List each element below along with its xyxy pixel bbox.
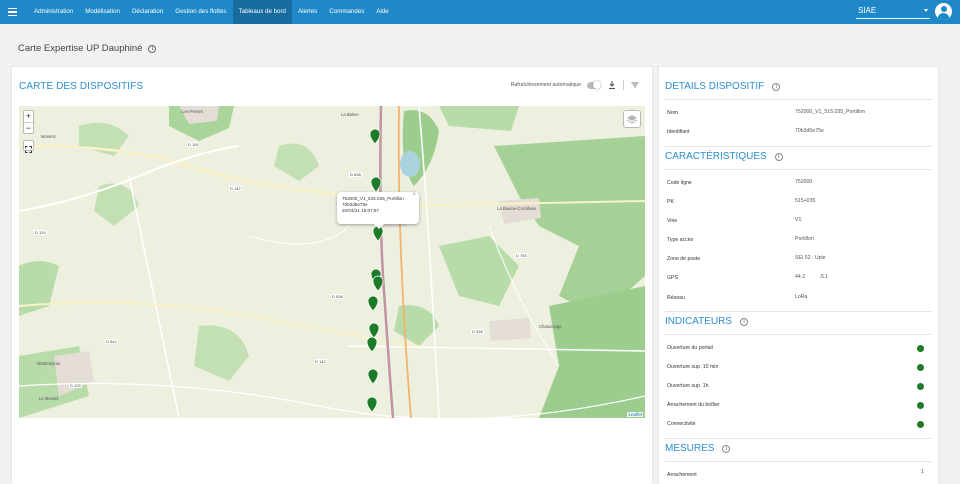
indicator-label: Connectivité	[667, 421, 696, 427]
fullscreen-button[interactable]	[23, 140, 34, 153]
place-label: Les Perses	[182, 109, 203, 114]
nav-item-aide[interactable]: Aide	[370, 0, 394, 24]
carac-label-voie: Voie	[667, 218, 678, 224]
caracteristiques-section-title: CARACTÉRISTIQUES i	[665, 151, 783, 162]
top-navigation-bar: Administration Modélisation Déclaration …	[0, 0, 960, 24]
carac-value-reseau: LoRa	[795, 294, 808, 300]
carac-value-code-ligne: 752000	[795, 179, 813, 185]
info-icon[interactable]: i	[774, 152, 783, 161]
detail-label-identifiant: Identifiant	[667, 129, 690, 135]
road-label: D 142	[314, 359, 327, 364]
place-label: Moirenc	[41, 134, 56, 139]
indicateurs-title-text: INDICATEURS	[665, 316, 733, 327]
nav-item-alertes[interactable]: Alertes	[292, 0, 323, 24]
carac-value-voie: V1	[795, 217, 802, 223]
indicator-label: Ouverture sup. 1h	[667, 383, 709, 389]
carac-value-zone-de-poste: SEI 52 : Upie	[795, 255, 826, 261]
detail-value-identifiant: 70b3d5e75e	[795, 128, 824, 134]
place-label: La Baume-Cornillane	[497, 206, 537, 211]
carac-value-type-acces: Portillon	[795, 236, 814, 242]
nav-item-administration[interactable]: Administration	[28, 0, 79, 24]
road-label: D 538	[471, 329, 484, 334]
nav-item-modelisation[interactable]: Modélisation	[79, 0, 126, 24]
download-icon[interactable]	[607, 80, 617, 90]
map-card-title: CARTE DES DISPOSITIFS	[19, 81, 144, 92]
page-title-row: Carte Expertise UP Dauphiné i	[18, 43, 157, 54]
filter-icon[interactable]	[630, 80, 640, 90]
indicator-status-dot	[917, 402, 924, 409]
organization-select[interactable]: SIAE	[856, 4, 930, 19]
place-label: Montmeyran	[37, 361, 61, 366]
carac-value-gps: 44.2 ,5.1	[795, 274, 829, 280]
zoom-control: + −	[23, 110, 34, 134]
nav-item-gestion-flottes[interactable]: Gestion des flottes	[169, 0, 232, 24]
indicator-status-dot	[917, 345, 924, 352]
nav-item-declaration[interactable]: Déclaration	[126, 0, 169, 24]
mesures-title-text: MESURES	[665, 443, 715, 454]
main-nav: Administration Modélisation Déclaration …	[28, 0, 395, 24]
place-label: La Balme	[341, 112, 359, 117]
info-icon[interactable]: i	[772, 82, 781, 91]
zoom-in-button[interactable]: +	[24, 111, 33, 122]
road-label: D 125	[69, 383, 82, 388]
info-icon[interactable]: i	[722, 444, 731, 453]
details-title-text: DETAILS DISPOSITIF	[665, 81, 765, 92]
carac-label-gps: GPS	[667, 275, 678, 281]
nav-item-tableaux-de-bord[interactable]: Tableaux de bord	[232, 0, 293, 24]
carac-label-pk: PK	[667, 199, 674, 205]
layers-icon	[626, 115, 638, 124]
carac-label-reseau: Réseau	[667, 295, 685, 301]
user-avatar-icon[interactable]	[935, 3, 952, 20]
place-label: Chatuzange	[539, 324, 562, 329]
popup-datetime: 20/04/21 15:07:57	[342, 208, 380, 213]
carac-label-zone-de-poste: Zone de poste	[667, 256, 701, 262]
indicator-status-dot	[917, 383, 924, 390]
road-label: D 342	[105, 339, 118, 344]
place-label: Le Monteil	[39, 396, 59, 401]
indicator-status-dot	[917, 364, 924, 371]
road-label: D 142	[229, 186, 242, 191]
carac-label-type-acces: Type accès	[667, 237, 694, 243]
caret-down-icon	[924, 9, 928, 12]
hamburger-menu-icon[interactable]	[0, 0, 24, 24]
layers-button[interactable]	[623, 110, 641, 128]
detail-label-nom: Nom	[667, 110, 678, 116]
road-label: D 538	[349, 172, 362, 177]
carac-value-pk: 515+035	[795, 198, 816, 204]
caracteristiques-title-text: CARACTÉRISTIQUES	[665, 151, 767, 162]
indicator-status-dot	[917, 421, 924, 428]
carac-label-code-ligne: Code ligne	[667, 180, 692, 186]
indicator-label: Ouverture du portail	[667, 345, 713, 351]
popup-close-icon[interactable]: ×	[412, 192, 416, 198]
road-label: D 120	[34, 230, 47, 235]
auto-refresh-label: Rafraîchissement automatique	[510, 82, 581, 88]
map-tiles	[19, 106, 645, 418]
mesures-section-title: MESURES i	[665, 443, 731, 454]
map-toolbar: Rafraîchissement automatique	[511, 80, 640, 90]
zoom-out-button[interactable]: −	[24, 122, 33, 133]
page-title: Carte Expertise UP Dauphiné	[18, 43, 143, 54]
mesure-value-arrachement: 1	[921, 469, 924, 475]
fullscreen-icon	[25, 146, 32, 153]
map-card: CARTE DES DISPOSITIFS Rafraîchissement a…	[12, 67, 652, 484]
nav-item-commandes[interactable]: Commandes	[323, 0, 370, 24]
leaflet-attribution-link[interactable]: Leaflet	[627, 412, 643, 417]
details-section-title: DETAILS DISPOSITIF i	[665, 81, 781, 92]
organization-select-value: SIAE	[858, 6, 877, 15]
device-map[interactable]: Les Perses La Balme Moirenc La Baume-Cor…	[19, 106, 645, 418]
indicator-label: Arrachement du boîtier	[667, 402, 720, 408]
mesure-label-arrachement: Arrachement	[667, 472, 697, 478]
road-label: D 745	[515, 253, 528, 258]
details-card: DETAILS DISPOSITIF i Nom 752000_V1_515.0…	[659, 67, 938, 484]
info-icon[interactable]: i	[148, 44, 157, 53]
info-icon[interactable]: i	[740, 317, 749, 326]
indicateurs-section-title: INDICATEURS i	[665, 316, 749, 327]
road-label: D 119	[187, 142, 200, 147]
detail-value-nom: 752000_V1_515.035_Portillon	[795, 109, 865, 115]
auto-refresh-toggle[interactable]	[587, 81, 601, 89]
road-label: D 538	[331, 294, 344, 299]
indicator-label: Ouverture sup. 10 min	[667, 364, 719, 370]
device-popup: × 752000_V1_515.035_Portillon 70b3d5e75e…	[337, 192, 419, 229]
